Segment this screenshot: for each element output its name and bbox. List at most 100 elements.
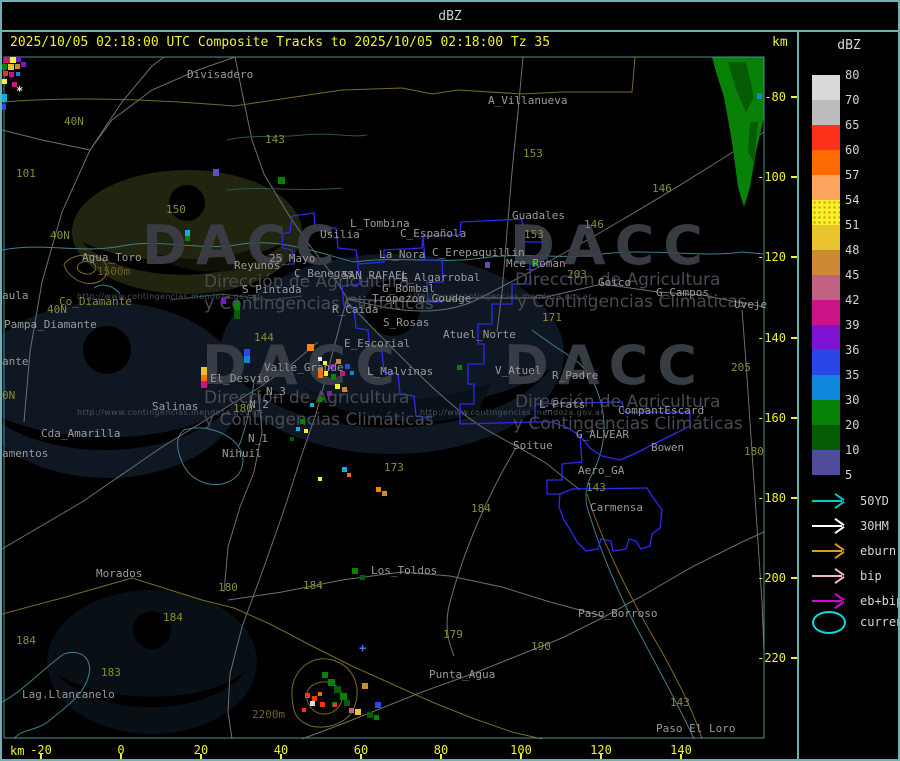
track-arrow-icon (834, 601, 845, 609)
radar-echo-cell (347, 473, 351, 477)
radar-echo-cell (201, 381, 207, 388)
map-label: Co_Diamante (59, 295, 132, 308)
y-axis-tick (791, 176, 797, 179)
radar-echo-cell (532, 261, 537, 266)
radar-echo-cell (310, 403, 314, 407)
radar-echo-cell (349, 708, 354, 713)
plus-marker: + (359, 641, 367, 655)
map-label: 205 (731, 361, 751, 374)
radar-echo-cell (9, 72, 14, 77)
window-title: dBZ (438, 8, 462, 24)
colorbar-block (812, 325, 840, 350)
y-axis-tick-label: -80 (764, 90, 786, 104)
radar-echo-cell (15, 64, 20, 69)
radar-echo-cell (382, 491, 387, 496)
track-arrow-icon (834, 551, 845, 559)
colorbar-block (812, 450, 840, 475)
x-axis-tick (520, 754, 522, 759)
map-label: El_Desvio (210, 372, 270, 385)
radar-echo-cell (296, 427, 300, 431)
y-axis-tick-label: -180 (757, 491, 786, 505)
titlebar-divider (2, 30, 898, 32)
legend-label: 50YD (860, 494, 889, 508)
radar-echo-cell (310, 701, 315, 706)
map-label: Cda_Amarilla (41, 427, 121, 440)
watermark-url: http://www.contingencias.mendoza.gov.ar (77, 408, 261, 417)
map-label: R_Caida (332, 303, 379, 316)
colorbar-block (812, 425, 840, 450)
colorbar-tick-label: 5 (845, 468, 853, 482)
radar-echo-cell (300, 419, 305, 424)
radar-echo-cell (362, 683, 368, 689)
map-label: G_ALVEAR (576, 428, 629, 441)
y-axis-tick (791, 256, 797, 259)
radar-echo-cell (485, 262, 490, 268)
radar-echo-cell (234, 301, 240, 310)
map-label: 180 (744, 445, 764, 458)
map-label: G_Bombal (382, 282, 435, 295)
map-label: Los_Toldos (371, 564, 438, 577)
colorbar-block (812, 225, 840, 250)
map-label: L_Prats (539, 398, 586, 411)
legend-label: bip (860, 569, 882, 583)
radar-echo-cell (2, 64, 7, 70)
map-label: CompantEscard (618, 404, 705, 417)
radar-echo-cell (375, 702, 381, 708)
map-label: ante (2, 355, 29, 368)
map-label: 184 (303, 579, 323, 592)
radar-echo-cell (21, 62, 26, 67)
radar-echo-cell (318, 397, 323, 402)
radar-echo-cell (333, 703, 337, 707)
map-label: Atuel_Norte (443, 328, 516, 341)
colorbar-block (812, 275, 840, 300)
radar-echo-cell (244, 356, 250, 363)
map-label: 40N (47, 303, 67, 316)
watermark-line2: y Contingencias Climáticas (204, 410, 434, 430)
map-label: 153 (524, 228, 544, 241)
map-label: Pampa_Diamante (4, 318, 97, 331)
map-label: 150 (166, 203, 186, 216)
y-axis-tick-label: -160 (757, 410, 786, 425)
stream-layer (169, 133, 368, 301)
map-label: amentos (2, 447, 49, 460)
colorbar-tick-label: 20 (845, 418, 860, 432)
radar-echo-cell (304, 429, 308, 433)
radar-echo-cell (342, 387, 347, 392)
map-label: Salinas (152, 400, 199, 413)
timestamp-title: 2025/10/05 02:18:00 UTC Composite Tracks… (10, 35, 551, 50)
map-label: Reyunos (234, 259, 281, 272)
radar-echo-cell (201, 367, 207, 375)
track-arrow-icon (812, 500, 842, 502)
radar-echo-cell (302, 708, 306, 712)
map-label: La_Nora (379, 248, 426, 261)
watermark-url: http://www.contingencias.mendoza.gov.ar (420, 408, 604, 417)
radar-echo-cell (3, 71, 8, 76)
y-axis-tick-label: -140 (757, 330, 786, 345)
radar-echo-cell (318, 692, 322, 696)
watermark-url: http://www.contingencias.mendoza.gov.ar (77, 292, 261, 301)
track-arrow-icon (834, 576, 845, 584)
map-label: 143 (265, 133, 285, 146)
colorbar-tick-label: 51 (845, 218, 860, 232)
radar-echo-cell (328, 679, 335, 686)
map-label: Agua_Toro (82, 251, 142, 264)
colorbar-tick-label: 65 (845, 118, 860, 132)
map-label: 2200m (252, 708, 286, 721)
map-label: N_3 (266, 385, 286, 398)
map-label: Carmensa (590, 501, 643, 514)
radar-echo-cell (324, 371, 328, 376)
x-axis-tick (680, 754, 682, 759)
map-label: Lag.Llancanelo (22, 688, 115, 701)
x-axis-tick (360, 754, 362, 759)
colorbar-block (812, 250, 840, 275)
x-axis-tick (440, 754, 442, 759)
radar-echo-cell (278, 177, 285, 184)
map-label: 179 (443, 628, 463, 641)
watermark-line2: y Contingencias Climáticas (517, 292, 747, 312)
radar-echo-cell (2, 79, 7, 84)
radar-echo-cell (334, 686, 341, 693)
colorbar-tick-label: 10 (845, 443, 860, 457)
colorbar-block (812, 175, 840, 200)
track-arrow-icon (834, 526, 845, 534)
radar-echo-cell (344, 700, 350, 706)
